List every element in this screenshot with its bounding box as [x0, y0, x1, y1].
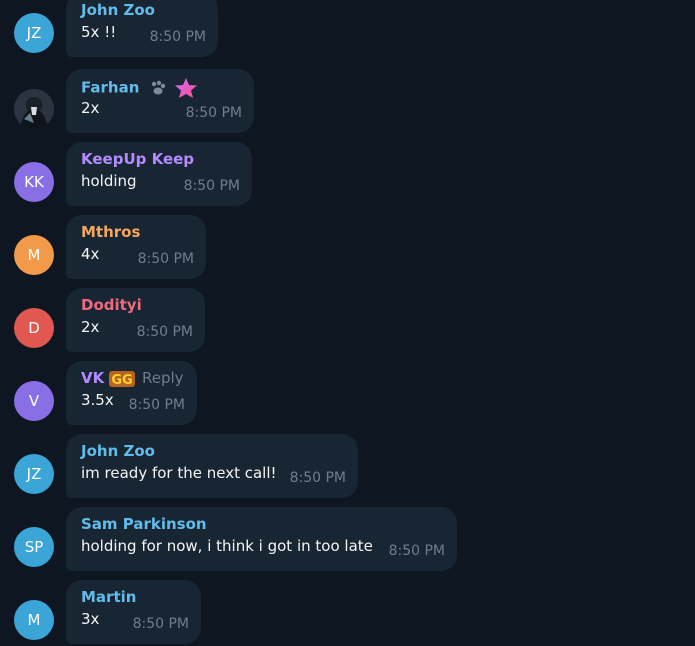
message-text: 2x — [81, 318, 100, 336]
message-bubble[interactable]: KeepUp Keep holding 8:50 PM — [66, 142, 252, 206]
sender-name[interactable]: Mthros — [81, 223, 140, 241]
sender-name[interactable]: Dodityi — [81, 296, 142, 314]
message-text: holding — [81, 172, 137, 190]
avatar[interactable]: JZ — [14, 13, 54, 53]
message-text: 3.5x — [81, 391, 114, 409]
gg-icon: GG — [109, 370, 136, 388]
message-time: 8:50 PM — [137, 251, 194, 267]
avatar[interactable]: M — [14, 235, 54, 275]
message-text: 4x — [81, 245, 100, 263]
sender-name[interactable]: Martin — [81, 588, 136, 606]
avatar[interactable] — [14, 89, 54, 129]
message-bubble[interactable]: Mthros 4x 8:50 PM — [66, 215, 206, 279]
avatar[interactable]: JZ — [14, 454, 54, 494]
avatar[interactable]: KK — [14, 162, 54, 202]
sender-name[interactable]: John Zoo — [81, 442, 155, 460]
message-bubble[interactable]: John Zoo im ready for the next call! 8:5… — [66, 434, 358, 498]
message-bubble[interactable]: Martin 3x 8:50 PM — [66, 580, 201, 644]
message-time: 8:50 PM — [185, 105, 242, 121]
message-text: 3x — [81, 610, 100, 628]
message-time: 8:50 PM — [149, 29, 206, 45]
message-text: im ready for the next call! — [81, 464, 277, 482]
message-time: 8:50 PM — [128, 397, 185, 413]
sender-name-text: VK — [81, 369, 105, 387]
message-bubble[interactable]: Dodityi 2x 8:50 PM — [66, 288, 205, 352]
message-time: 8:50 PM — [388, 543, 445, 559]
sender-name[interactable]: VK GG — [81, 369, 136, 388]
message-time: 8:50 PM — [136, 324, 193, 340]
message-time: 8:50 PM — [183, 178, 240, 194]
avatar[interactable]: V — [14, 381, 54, 421]
chat-message-list: JZ John Zoo 5x !! 8:50 PM Farhan 2x 8:50… — [0, 0, 695, 646]
message-time: 8:50 PM — [132, 616, 189, 632]
message-time: 8:50 PM — [289, 470, 346, 486]
message-text: holding for now, i think i got in too la… — [81, 537, 373, 555]
star-icon — [174, 78, 197, 98]
profile-photo-icon — [14, 89, 54, 129]
avatar[interactable]: SP — [14, 527, 54, 567]
message-text: 5x !! — [81, 23, 117, 41]
message-bubble[interactable]: Farhan 2x 8:50 PM — [66, 69, 254, 133]
message-text: 2x — [81, 99, 100, 117]
sender-name[interactable]: Farhan — [81, 77, 198, 99]
avatar[interactable]: D — [14, 308, 54, 348]
paw-icon — [151, 80, 165, 95]
sender-name[interactable]: KeepUp Keep — [81, 150, 194, 168]
reply-link[interactable]: Reply — [142, 369, 184, 387]
avatar[interactable]: M — [14, 600, 54, 640]
svg-text:GG: GG — [112, 373, 133, 388]
message-bubble[interactable]: Sam Parkinson holding for now, i think i… — [66, 507, 457, 571]
message-bubble[interactable]: John Zoo 5x !! 8:50 PM — [66, 0, 218, 57]
sender-name[interactable]: Sam Parkinson — [81, 515, 207, 533]
sender-name[interactable]: John Zoo — [81, 1, 155, 19]
message-bubble[interactable]: VK GG Reply 3.5x 8:50 PM — [66, 361, 197, 425]
sender-name-text: Farhan — [81, 78, 140, 97]
